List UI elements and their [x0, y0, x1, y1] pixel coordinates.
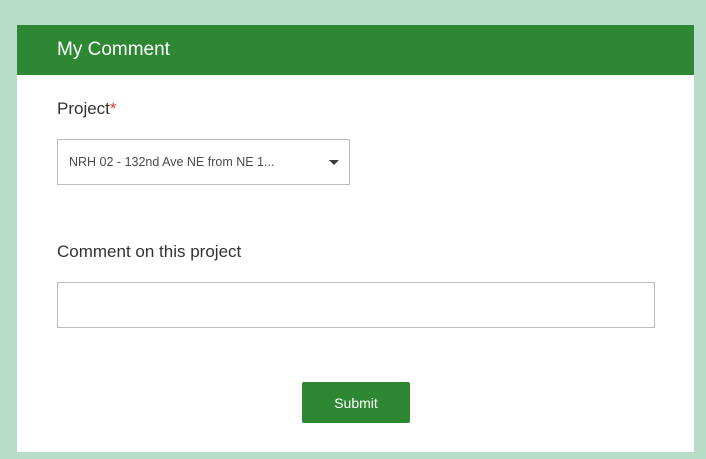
form-title: My Comment — [17, 25, 694, 75]
project-select[interactable]: NRH 02 - 132nd Ave NE from NE 1... — [57, 139, 350, 185]
comment-label: Comment on this project — [57, 242, 242, 261]
comment-input[interactable] — [57, 282, 655, 328]
caret-down-icon — [329, 160, 339, 165]
project-label-text: Project — [57, 99, 110, 118]
project-select-value: NRH 02 - 132nd Ave NE from NE 1... — [69, 155, 275, 169]
comment-form-card: My Comment Project* NRH 02 - 132nd Ave N… — [17, 25, 694, 452]
required-marker: * — [109, 99, 117, 118]
project-label: Project* — [57, 99, 117, 119]
submit-button[interactable]: Submit — [302, 382, 410, 423]
